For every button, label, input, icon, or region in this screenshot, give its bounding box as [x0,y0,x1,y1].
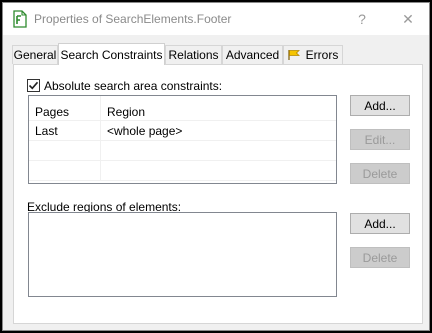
tab-relations[interactable]: Relations [165,45,222,64]
add-exclude-button[interactable]: Add... [350,213,410,234]
title-bar: Properties of SearchElements.Footer ? ✕ [3,3,429,35]
close-button[interactable]: ✕ [397,8,419,30]
cell-empty [101,161,328,181]
add-constraint-button[interactable]: Add... [350,95,410,116]
table-row-empty [29,161,336,181]
delete-constraint-button[interactable]: Delete [350,163,410,184]
delete-exclude-button[interactable]: Delete [350,247,410,268]
checkbox-box[interactable] [27,79,40,92]
document-icon [12,10,28,28]
checkmark-icon [28,81,39,90]
column-header-region[interactable]: Region [101,96,328,121]
properties-dialog: Properties of SearchElements.Footer ? ✕ … [2,2,430,331]
tab-strip: General Search Constraints Relations Adv… [12,43,422,65]
flag-icon [288,49,301,61]
cell-empty [101,141,328,161]
constraints-table[interactable]: Pages Region Last <whole page> [28,95,337,184]
table-row-empty [29,141,336,161]
tab-advanced-label: Advanced [225,48,280,62]
checkbox-label: Absolute search area constraints: [44,78,223,93]
tab-search-constraints-label: Search Constraints [60,47,163,62]
tab-errors[interactable]: Errors [283,45,343,64]
window-title: Properties of SearchElements.Footer [34,12,232,26]
cell-pages: Last [29,121,101,141]
column-header-pages[interactable]: Pages [29,96,101,121]
cell-empty [29,161,101,181]
table-row[interactable]: Last <whole page> [29,121,336,141]
tab-relations-label: Relations [168,48,219,62]
tab-general[interactable]: General [12,45,58,64]
cell-empty [29,141,101,161]
absolute-constraints-checkbox[interactable]: Absolute search area constraints: [27,78,222,93]
tab-advanced[interactable]: Advanced [222,45,283,64]
search-constraints-panel: Absolute search area constraints: Pages … [13,64,423,324]
table-header: Pages Region [29,96,336,121]
tab-search-constraints[interactable]: Search Constraints [58,43,165,65]
cell-region: <whole page> [107,124,183,138]
exclude-regions-list[interactable] [28,212,337,297]
tab-errors-label: Errors [305,48,339,62]
help-button[interactable]: ? [351,8,373,30]
tab-general-label: General [13,48,57,62]
edit-constraint-button[interactable]: Edit... [350,129,410,150]
